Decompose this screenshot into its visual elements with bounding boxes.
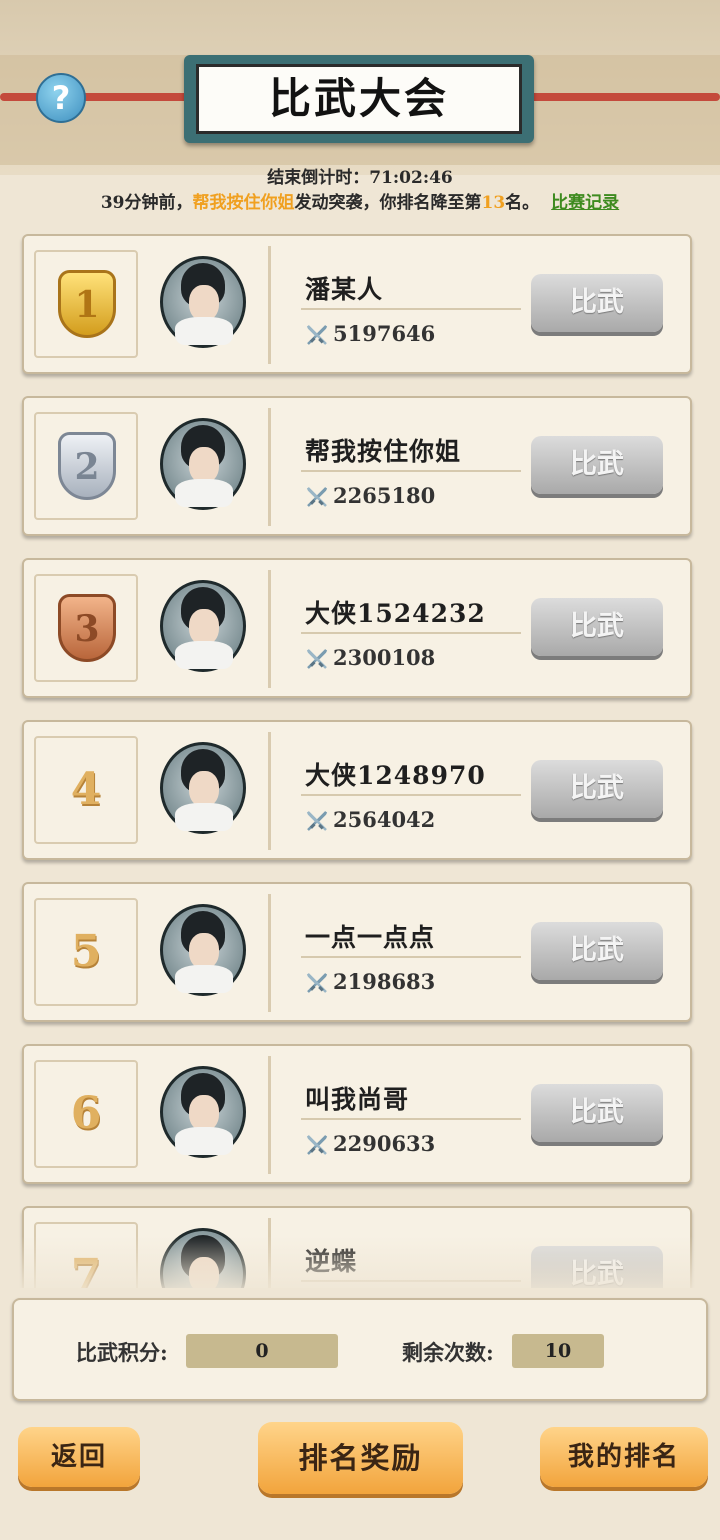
score-label: 比武积分: — [76, 1340, 168, 1365]
rank-card-3: 3 大侠1524232 2300108 比武 — [22, 558, 692, 698]
rank-card-2: 2 帮我按住你姐 2265180 比武 — [22, 396, 692, 536]
rank-badge-box: 6 — [34, 1060, 138, 1168]
notice-middle: 发动突袭，你排名降至第 — [294, 193, 482, 213]
combat-power: 5197646 — [333, 321, 436, 346]
divider — [301, 632, 521, 634]
player-avatar[interactable] — [160, 1066, 246, 1158]
crossed-swords-icon — [305, 971, 329, 995]
notice-rank: 13 — [481, 193, 506, 213]
player-avatar[interactable] — [160, 742, 246, 834]
rank-number: 5 — [70, 926, 102, 977]
bronze-medal-icon: 3 — [58, 594, 116, 662]
player-info-panel: 一点一点点 2198683 比武 — [268, 894, 683, 1012]
title-board: 比武大会 — [184, 55, 534, 143]
match-record-link[interactable]: 比赛记录 — [551, 193, 619, 213]
crossed-swords-icon — [305, 485, 329, 509]
challenge-button[interactable]: 比武 — [531, 1084, 663, 1142]
rank-card-5: 5 一点一点点 2198683 比武 — [22, 882, 692, 1022]
silver-medal-icon: 2 — [58, 432, 116, 500]
gold-medal-icon: 1 — [58, 270, 116, 338]
challenge-button[interactable]: 比武 — [531, 274, 663, 332]
combat-power: 2564042 — [333, 807, 436, 832]
divider — [301, 308, 521, 310]
notice-prefix: 39分钟前， — [100, 193, 193, 213]
combat-power: 2290633 — [333, 1131, 436, 1156]
player-name: 帮我按住你姐 — [305, 437, 462, 466]
score-value: 0 — [186, 1334, 338, 1368]
player-info-panel: 叫我尚哥 2290633 比武 — [268, 1056, 683, 1174]
notice-suffix: 名。 — [505, 193, 540, 213]
player-name: 潘某人 — [305, 275, 384, 304]
divider — [301, 470, 521, 472]
ranking-list[interactable]: 1 潘某人 5197646 比武 2 帮我按住你姐 2265180 比武 3 大侠1524232 2… — [0, 230, 720, 1288]
help-button[interactable]: ? — [36, 73, 86, 123]
challenge-button[interactable]: 比武 — [531, 436, 663, 494]
rank-badge-box: 4 — [34, 736, 138, 844]
remaining-label: 剩余次数: — [402, 1340, 494, 1365]
my-ranking-button[interactable]: 我的排名 — [540, 1427, 708, 1487]
rope-left — [0, 93, 190, 101]
player-avatar[interactable] — [160, 256, 246, 348]
divider — [301, 956, 521, 958]
player-avatar[interactable] — [160, 904, 246, 996]
player-name: 大侠1248970 — [305, 761, 486, 790]
challenge-button[interactable]: 比武 — [531, 598, 663, 656]
list-fade — [0, 1236, 720, 1296]
divider — [301, 794, 521, 796]
back-button[interactable]: 返回 — [18, 1427, 140, 1487]
countdown-value: 71:02:46 — [369, 168, 453, 188]
stats-panel: 比武积分: 0 剩余次数: 10 — [12, 1298, 708, 1401]
divider — [301, 1118, 521, 1120]
rank-number: 6 — [70, 1088, 102, 1139]
crossed-swords-icon — [305, 809, 329, 833]
player-name: 大侠1524232 — [305, 599, 486, 628]
rank-badge-box: 1 — [34, 250, 138, 358]
player-name: 一点一点点 — [305, 923, 436, 952]
player-avatar[interactable] — [160, 418, 246, 510]
rank-number: 4 — [70, 764, 102, 815]
rope-right — [530, 93, 720, 101]
player-avatar[interactable] — [160, 580, 246, 672]
player-info-panel: 大侠1524232 2300108 比武 — [268, 570, 683, 688]
crossed-swords-icon — [305, 647, 329, 671]
challenge-button[interactable]: 比武 — [531, 760, 663, 818]
countdown: 结束倒计时：71:02:46 — [0, 163, 720, 188]
ranking-reward-button[interactable]: 排名奖励 — [258, 1422, 463, 1494]
notice-attacker: 帮我按住你姐 — [192, 193, 295, 213]
challenge-button[interactable]: 比武 — [531, 922, 663, 980]
combat-power: 2265180 — [333, 483, 436, 508]
player-name: 叫我尚哥 — [305, 1085, 410, 1114]
player-info-panel: 大侠1248970 2564042 比武 — [268, 732, 683, 850]
player-info-panel: 潘某人 5197646 比武 — [268, 246, 683, 364]
remaining-value: 10 — [512, 1334, 604, 1368]
rank-badge-box: 2 — [34, 412, 138, 520]
attack-notice: 39分钟前，帮我按住你姐发动突袭，你排名降至第13名。 比赛记录 — [0, 188, 720, 213]
rank-card-1: 1 潘某人 5197646 比武 — [22, 234, 692, 374]
countdown-label: 结束倒计时： — [267, 168, 370, 188]
rank-card-4: 4 大侠1248970 2564042 比武 — [22, 720, 692, 860]
rank-badge-box: 5 — [34, 898, 138, 1006]
crossed-swords-icon — [305, 1133, 329, 1157]
rank-badge-box: 3 — [34, 574, 138, 682]
player-info-panel: 帮我按住你姐 2265180 比武 — [268, 408, 683, 526]
combat-power: 2198683 — [333, 969, 436, 994]
rank-card-6: 6 叫我尚哥 2290633 比武 — [22, 1044, 692, 1184]
page-title: 比武大会 — [196, 64, 522, 134]
crossed-swords-icon — [305, 323, 329, 347]
combat-power: 2300108 — [333, 645, 436, 670]
